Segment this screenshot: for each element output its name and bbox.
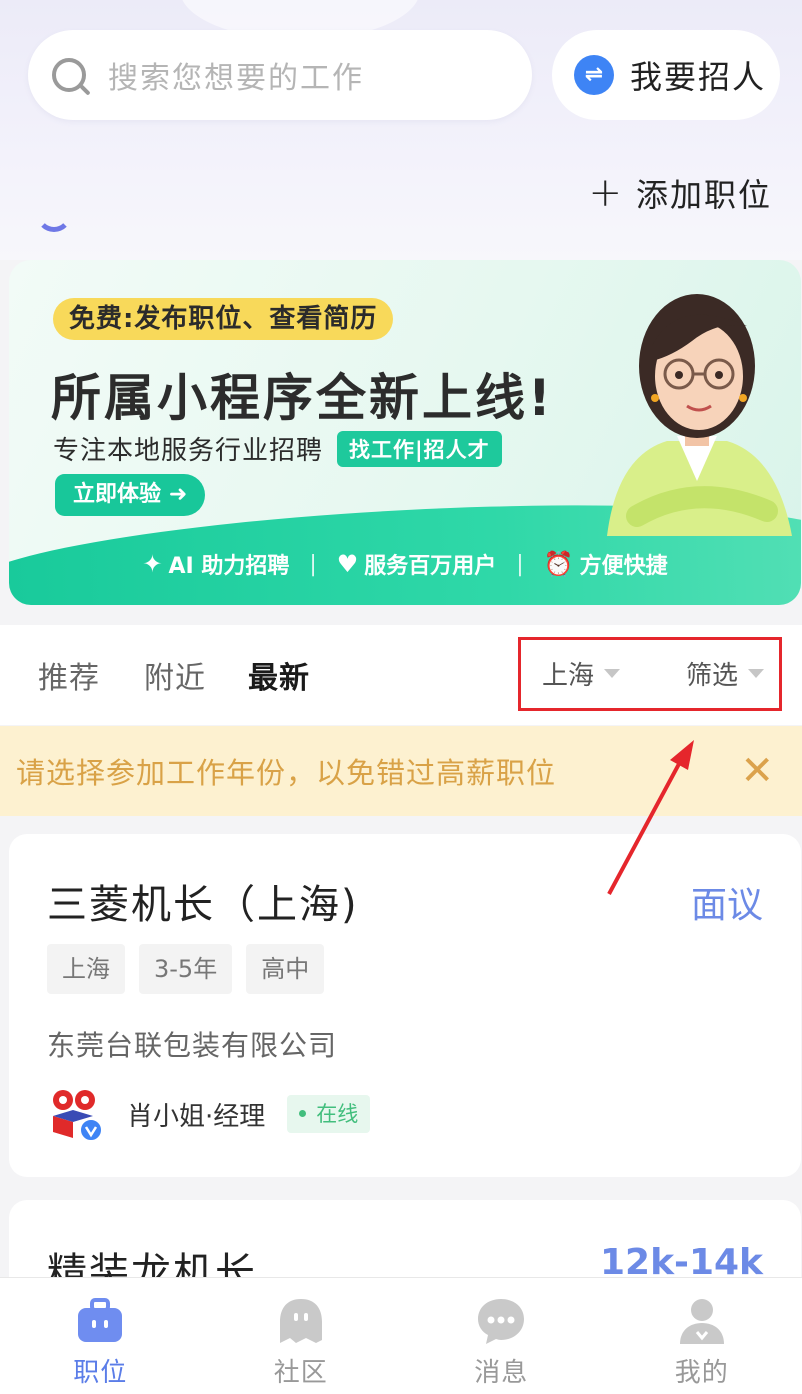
briefcase-icon: [75, 1296, 125, 1346]
recruit-label: 我要招人: [630, 52, 766, 98]
banner-headline: 所属小程序全新上线!: [51, 358, 554, 430]
nav-item-jobs[interactable]: 职位: [0, 1278, 201, 1394]
nav-label: 社区: [274, 1352, 328, 1389]
illustration-woman-avatar: [597, 266, 797, 536]
feature-users: ♥服务百万用户: [337, 548, 497, 580]
search-placeholder: 搜索您想要的工作: [108, 53, 364, 97]
recruiter-info: 肖小姐·经理 在线: [47, 1086, 370, 1142]
find-job-tag: 找工作|招人才: [337, 431, 502, 467]
tag-experience: 3-5年: [139, 944, 232, 994]
tab-recommend[interactable]: 推荐: [38, 653, 100, 697]
feature-convenient: ⏰方便快捷: [544, 548, 668, 580]
free-tag: 免费:发布职位、查看简历: [53, 298, 393, 340]
add-job-button[interactable]: + 添加职位: [588, 170, 772, 216]
company-name: 东莞台联包装有限公司: [47, 1024, 337, 1064]
nav-label: 职位: [73, 1352, 127, 1389]
arrow-right-icon: ➜: [169, 482, 187, 507]
loading-spinner-icon: [36, 196, 72, 232]
close-icon[interactable]: ✕: [740, 748, 774, 794]
nav-label: 我的: [675, 1352, 729, 1389]
banner-subline-text: 专注本地服务行业招聘: [53, 430, 323, 467]
swap-icon: ⇌: [574, 55, 614, 95]
add-job-label: 添加职位: [636, 170, 772, 216]
tag-location: 上海: [47, 944, 125, 994]
try-now-label: 立即体验: [73, 482, 161, 507]
notice-text[interactable]: 请选择参加工作年份，以免错过高薪职位: [16, 750, 556, 792]
sparkle-icon: ✦: [142, 550, 162, 578]
job-tags: 上海 3-5年 高中: [47, 944, 338, 994]
online-status-badge: 在线: [287, 1095, 370, 1133]
search-input[interactable]: 搜索您想要的工作: [28, 30, 532, 120]
user-icon: [677, 1296, 727, 1346]
annotation-highlight-box: [518, 637, 782, 711]
nav-item-me[interactable]: 我的: [602, 1278, 802, 1394]
bottom-navigation: 职位 社区 消息 我的: [0, 1277, 802, 1394]
message-bubble-icon: [476, 1296, 526, 1346]
feature-ai: ✦AI 助力招聘: [142, 548, 289, 580]
nav-item-messages[interactable]: 消息: [401, 1278, 602, 1394]
nav-item-community[interactable]: 社区: [201, 1278, 402, 1394]
job-title: 三菱机长（上海): [47, 872, 359, 930]
recruit-button[interactable]: ⇌ 我要招人: [552, 30, 780, 120]
try-now-button[interactable]: 立即体验 ➜: [55, 474, 205, 516]
tag-education: 高中: [246, 944, 324, 994]
ghost-chat-icon: [276, 1296, 326, 1346]
job-salary: 面议: [691, 876, 763, 928]
alarm-clock-icon: ⏰: [544, 550, 574, 578]
recruiter-name: 肖小姐·经理: [127, 1096, 265, 1133]
nav-label: 消息: [474, 1352, 528, 1389]
work-year-notice: 请选择参加工作年份，以免错过高薪职位 ✕: [0, 726, 802, 816]
plus-icon: +: [588, 170, 624, 216]
tab-latest[interactable]: 最新: [248, 653, 310, 697]
promo-banner[interactable]: 免费:发布职位、查看简历 所属小程序全新上线! 专注本地服务行业招聘 找工作|招…: [9, 260, 801, 605]
search-icon: [52, 58, 86, 92]
job-card[interactable]: 三菱机长（上海) 面议 上海 3-5年 高中 东莞台联包装有限公司 肖小姐·经理…: [9, 834, 801, 1177]
banner-features: ✦AI 助力招聘 | ♥服务百万用户 | ⏰方便快捷: [9, 548, 801, 580]
heart-hands-icon: ♥: [337, 550, 359, 578]
banner-subline: 专注本地服务行业招聘 找工作|招人才: [53, 430, 502, 467]
company-logo-avatar: [47, 1086, 103, 1142]
tab-nearby[interactable]: 附近: [144, 653, 206, 697]
